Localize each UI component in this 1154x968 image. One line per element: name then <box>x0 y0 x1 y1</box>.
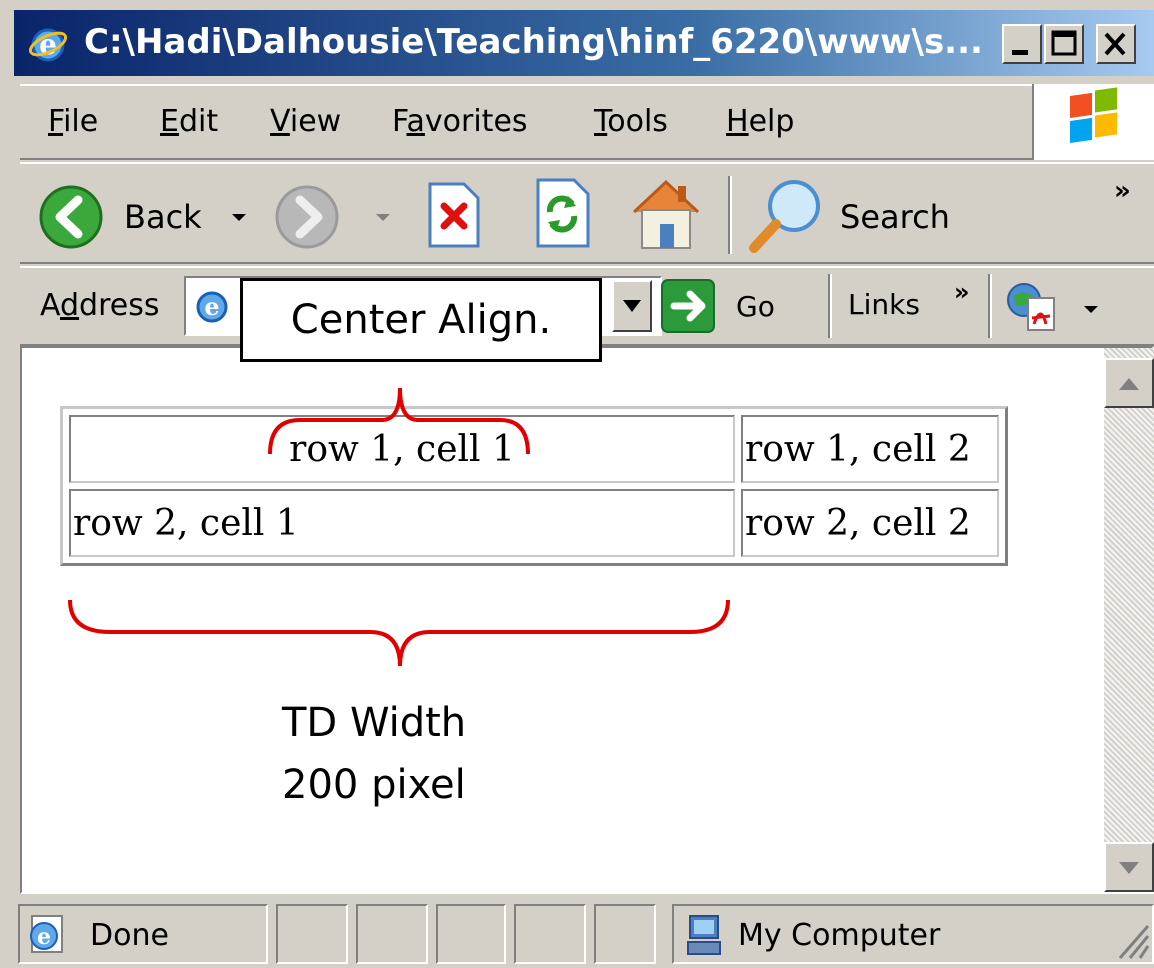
annotation-line: TD Width <box>282 700 467 746</box>
browser-window: e C:\Hadi\Dalhousie\Teaching\hinf_6220\w… <box>0 0 1154 968</box>
status-text: Done <box>90 918 169 953</box>
status-pane <box>356 904 428 964</box>
computer-icon <box>684 914 724 962</box>
svg-text:e: e <box>37 924 51 950</box>
center-align-brace <box>268 387 530 455</box>
td-width-annotation: TD Width 200 pixel <box>282 692 466 816</box>
annotation-braces <box>68 387 730 667</box>
status-pane <box>594 904 656 964</box>
td-width-brace <box>68 599 730 667</box>
status-pane <box>514 904 586 964</box>
resize-grip-icon[interactable] <box>1114 920 1150 964</box>
zone-text: My Computer <box>738 918 941 953</box>
annotation-line: 200 pixel <box>282 762 466 808</box>
status-zone-pane: My Computer <box>672 904 1154 964</box>
status-pane <box>276 904 348 964</box>
status-bar: e Done My Computer <box>0 900 1154 968</box>
status-pane <box>436 904 506 964</box>
center-align-callout: Center Align. <box>240 278 602 362</box>
ie-page-icon: e <box>26 912 70 960</box>
status-main-pane: e Done <box>18 904 268 964</box>
